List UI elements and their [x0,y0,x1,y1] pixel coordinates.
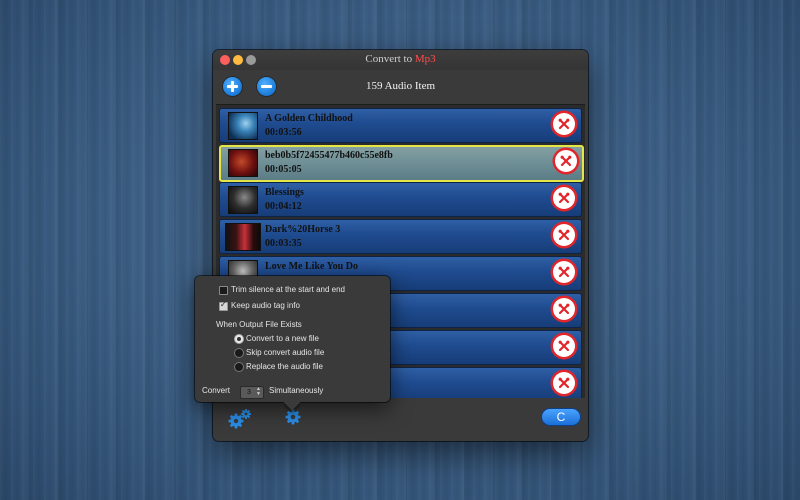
stepper-value: 3 [247,389,251,396]
item-title: A Golden Childhood [265,113,353,124]
keep-tags-checkbox[interactable] [219,300,228,311]
album-art-thumbnail [228,149,258,177]
list-item[interactable]: A Golden Childhood 00:03:56 [219,108,582,143]
radio-skip-convert[interactable] [234,348,244,358]
radio-replace-file[interactable] [234,362,244,372]
tools-icon [558,229,570,241]
album-art-thumbnail [225,223,261,251]
preferences-button[interactable] [227,408,253,435]
gear-icon [285,409,301,425]
tools-icon [558,192,570,204]
trim-silence-checkbox[interactable] [219,286,228,295]
item-settings-button[interactable] [553,372,575,394]
item-settings-button[interactable] [553,224,575,246]
simultaneous-stepper[interactable]: 3 ▲ ▼ [240,386,264,399]
item-duration: 00:04:12 [265,201,302,212]
list-item[interactable]: beb0b5f72455477b460c55e8fb 00:05:05 [219,145,584,182]
album-art-thumbnail [228,112,258,140]
option-replace-file: Replace the audio file [246,362,323,371]
album-art-thumbnail [228,186,258,214]
option-convert-new-file: Convert to a new file [246,334,319,343]
tools-icon [558,340,570,352]
list-item[interactable]: Blessings 00:04:12 [219,182,582,217]
item-settings-button[interactable] [555,150,577,172]
list-item[interactable]: Dark%20Horse 3 00:03:35 [219,219,582,254]
item-title: Love Me Like You Do [265,261,358,272]
convert-label: Convert [202,386,231,395]
tools-icon [560,155,572,167]
keep-tags-label: Keep audio tag info [231,301,300,310]
item-duration: 00:05:05 [265,164,302,175]
radio-convert-new-file[interactable] [234,334,244,344]
refresh-icon: C [556,410,566,424]
tools-icon [558,118,570,130]
tools-icon [558,377,570,389]
title-text: Convert to [365,53,415,65]
item-settings-button[interactable] [553,335,575,357]
item-title: beb0b5f72455477b460c55e8fb [265,150,393,161]
item-title: Blessings [265,187,304,198]
title-format: Mp3 [414,53,436,65]
tools-icon [558,266,570,278]
item-settings-button[interactable] [553,113,575,135]
trim-silence-label: Trim silence at the start and end [231,285,345,294]
stepper-arrows-icon: ▲ ▼ [256,386,261,397]
item-settings-button[interactable] [553,187,575,209]
item-duration: 00:03:56 [265,127,302,138]
gears-icon [228,409,251,429]
item-settings-button[interactable] [553,261,575,283]
settings-popover: Trim silence at the start and end Keep a… [195,276,390,411]
item-count: 159 Audio Item [365,80,436,92]
item-settings-button[interactable] [553,298,575,320]
titlebar[interactable]: Convert to Mp3 [213,50,588,70]
item-duration: 00:03:35 [265,238,302,249]
simultaneous-label: Simultaneously [269,386,324,395]
settings-button[interactable] [284,408,302,431]
item-title: Dark%20Horse 3 [265,224,341,235]
output-exists-heading: When Output File Exists [216,320,302,329]
window-title: Convert to Mp3 [213,53,588,65]
convert-refresh-button[interactable]: C [542,409,580,425]
option-skip-convert: Skip convert audio file [246,348,325,357]
tools-icon [558,303,570,315]
